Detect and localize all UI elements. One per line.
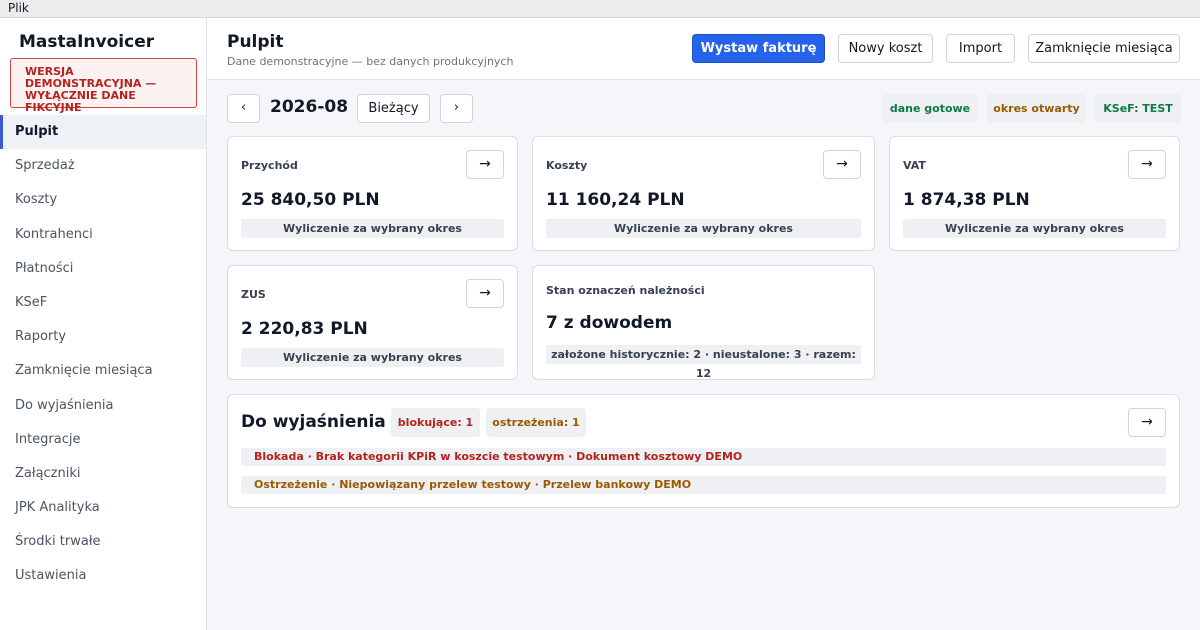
new-cost-button[interactable]: Nowy koszt [838,34,933,63]
card-receivables-foot: założone historycznie: 2 · nieustalone: … [546,345,861,380]
card-costs: Koszty → 11 160,24 PLN Wyliczenie za wyb… [532,136,875,251]
sidebar-item-platnosci[interactable]: Płatności [0,252,206,286]
app-brand: MastaInvoicer [19,32,155,52]
sidebar-item-koszty[interactable]: Koszty [0,183,206,217]
issue-row-warning[interactable]: Ostrzeżenie · Niepowiązany przelew testo… [241,476,1166,494]
period-label: 2026-08 [270,97,349,117]
menu-file[interactable]: Plik [8,1,29,15]
card-costs-foot: Wyliczenie za wybrany okres [546,219,861,238]
sidebar: MastaInvoicer WERSJA DEMONSTRACYJNA — WY… [0,18,207,630]
card-revenue: Przychód → 25 840,50 PLN Wyliczenie za w… [227,136,518,251]
card-costs-open-button[interactable]: → [823,150,861,179]
sidebar-item-ksef[interactable]: KSeF [0,286,206,320]
page-subtitle: Dane demonstracyjne — bez danych produkc… [227,55,514,68]
issues-panel: Do wyjaśnienia blokujące: 1 ostrzeżenia:… [227,394,1180,508]
card-zus-open-button[interactable]: → [466,279,504,308]
import-button[interactable]: Import [946,34,1015,63]
card-costs-title: Koszty [546,159,588,172]
card-vat: VAT → 1 874,38 PLN Wyliczenie za wybrany… [889,136,1180,251]
page-title: Pulpit [227,32,284,52]
card-zus-value: 2 220,83 PLN [241,319,368,339]
card-vat-title: VAT [903,159,926,172]
issue-invoice-button[interactable]: Wystaw fakturę [692,34,825,63]
sidebar-nav: Pulpit Sprzedaż Koszty Kontrahenci Płatn… [0,115,206,594]
card-zus: ZUS → 2 220,83 PLN Wyliczenie za wybrany… [227,265,518,380]
menubar: Plik [0,0,1200,18]
card-revenue-foot: Wyliczenie za wybrany okres [241,219,504,238]
sidebar-item-ustawienia[interactable]: Ustawienia [0,559,206,593]
card-receivables-title: Stan oznaczeń należności [546,284,705,297]
month-close-button[interactable]: Zamknięcie miesiąca [1028,34,1180,63]
sidebar-item-raporty[interactable]: Raporty [0,320,206,354]
previous-period-button[interactable]: ‹ [227,94,260,123]
status-badge-ksef: KSeF: TEST [1095,94,1181,123]
issues-warnings-badge: ostrzeżenia: 1 [486,408,586,437]
card-zus-title: ZUS [241,288,266,301]
issues-open-button[interactable]: → [1128,408,1166,437]
sidebar-item-kontrahenci[interactable]: Kontrahenci [0,218,206,252]
sidebar-item-integracje[interactable]: Integracje [0,423,206,457]
sidebar-item-sprzedaz[interactable]: Sprzedaż [0,149,206,183]
card-vat-value: 1 874,38 PLN [903,190,1030,210]
card-vat-foot: Wyliczenie za wybrany okres [903,219,1166,238]
sidebar-item-zalaczniki[interactable]: Załączniki [0,457,206,491]
status-badge-period-open: okres otwarty [987,94,1086,123]
issue-row-blocking[interactable]: Blokada · Brak kategorii KPiR w koszcie … [241,448,1166,466]
card-costs-value: 11 160,24 PLN [546,190,685,210]
next-period-button[interactable]: › [440,94,473,123]
sidebar-item-zamkniecie-miesiaca[interactable]: Zamknięcie miesiąca [0,354,206,388]
sidebar-item-pulpit[interactable]: Pulpit [0,115,206,150]
card-zus-foot: Wyliczenie za wybrany okres [241,348,504,367]
card-receivables: Stan oznaczeń należności 7 z dowodem zał… [532,265,875,380]
demo-warning-banner: WERSJA DEMONSTRACYJNA — WYŁĄCZNIE DANE F… [10,58,197,114]
sidebar-item-jpk-analityka[interactable]: JPK Analityka [0,491,206,525]
page-header: Pulpit Dane demonstracyjne — bez danych … [207,18,1200,80]
issues-title: Do wyjaśnienia [241,412,386,432]
status-badge-data-ready: dane gotowe [882,94,978,123]
sidebar-item-srodki-trwale[interactable]: Środki trwałe [0,525,206,559]
card-revenue-value: 25 840,50 PLN [241,190,380,210]
card-revenue-open-button[interactable]: → [466,150,504,179]
issues-blocking-badge: blokujące: 1 [391,408,480,437]
card-vat-open-button[interactable]: → [1128,150,1166,179]
current-period-button[interactable]: Bieżący [357,94,430,123]
card-receivables-value: 7 z dowodem [546,313,673,333]
card-revenue-title: Przychód [241,159,298,172]
sidebar-item-do-wyjasnienia[interactable]: Do wyjaśnienia [0,389,206,423]
